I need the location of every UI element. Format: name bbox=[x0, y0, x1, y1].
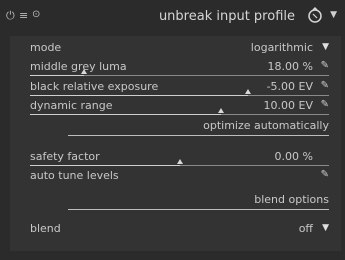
auto-tune-levels-row[interactable]: auto tune levels ✎ bbox=[30, 169, 329, 185]
middle-grey-luma-slider[interactable]: middle grey luma 18.00 % ✎ bbox=[30, 60, 329, 76]
slider-track[interactable] bbox=[30, 114, 329, 115]
module-header: ⏻ ≡ ⊙ unbreak input profile ▼ bbox=[0, 0, 345, 36]
safety-factor-label: safety factor bbox=[30, 150, 100, 163]
slider-handle[interactable] bbox=[245, 89, 252, 94]
module-title: unbreak input profile bbox=[158, 9, 295, 24]
slider-track[interactable] bbox=[30, 75, 329, 76]
safety-factor-value: 0.00 % bbox=[274, 150, 313, 163]
dynamic-range-label: dynamic range bbox=[30, 99, 113, 112]
dynamic-range-slider[interactable]: dynamic range 10.00 EV ✎ bbox=[30, 99, 329, 115]
dynamic-range-value: 10.00 EV bbox=[263, 99, 313, 112]
color-picker-icon[interactable]: ✎ bbox=[321, 99, 329, 110]
blend-combobox[interactable]: blend off ▼ bbox=[30, 222, 329, 238]
slider-handle[interactable] bbox=[218, 108, 225, 113]
middle-grey-luma-value: 18.00 % bbox=[267, 60, 313, 73]
module-panel: mode logarithmic ▼ middle grey luma 18.0… bbox=[10, 36, 341, 251]
chevron-down-icon[interactable]: ▼ bbox=[322, 223, 329, 233]
slider-handle[interactable] bbox=[80, 69, 87, 74]
color-picker-icon[interactable]: ✎ bbox=[321, 80, 329, 91]
black-relative-exposure-value: -5.00 EV bbox=[266, 80, 313, 93]
slider-fill bbox=[30, 114, 222, 115]
slider-track[interactable] bbox=[30, 95, 329, 96]
presets-icon[interactable] bbox=[307, 6, 323, 24]
reset-icon[interactable]: ⊙ bbox=[32, 9, 40, 20]
middle-grey-luma-label: middle grey luma bbox=[30, 60, 127, 73]
slider-fill bbox=[30, 165, 180, 166]
blend-label: blend bbox=[30, 222, 61, 235]
black-relative-exposure-label: black relative exposure bbox=[30, 80, 159, 93]
color-picker-icon[interactable]: ✎ bbox=[321, 60, 329, 71]
multi-instance-icon[interactable]: ≡ bbox=[19, 9, 28, 22]
black-relative-exposure-slider[interactable]: black relative exposure -5.00 EV ✎ bbox=[30, 80, 329, 96]
slider-track[interactable] bbox=[30, 165, 329, 166]
chevron-down-icon[interactable]: ▼ bbox=[322, 42, 329, 52]
auto-tune-levels-label: auto tune levels bbox=[30, 169, 119, 182]
color-picker-icon[interactable]: ✎ bbox=[321, 169, 329, 180]
power-icon[interactable]: ⏻ bbox=[6, 9, 15, 23]
blend-value: off bbox=[298, 222, 313, 235]
mode-label: mode bbox=[30, 41, 62, 54]
safety-factor-slider[interactable]: safety factor 0.00 % bbox=[30, 150, 329, 166]
slider-fill bbox=[30, 95, 249, 96]
mode-value: logarithmic bbox=[250, 41, 313, 54]
slider-fill bbox=[30, 75, 84, 76]
chevron-down-icon[interactable]: ▼ bbox=[330, 10, 337, 20]
blend-options-button[interactable]: blend options bbox=[68, 193, 329, 210]
mode-combobox[interactable]: mode logarithmic ▼ bbox=[30, 41, 329, 57]
slider-handle[interactable] bbox=[176, 159, 183, 164]
optimize-automatically-button[interactable]: optimize automatically bbox=[68, 119, 329, 136]
